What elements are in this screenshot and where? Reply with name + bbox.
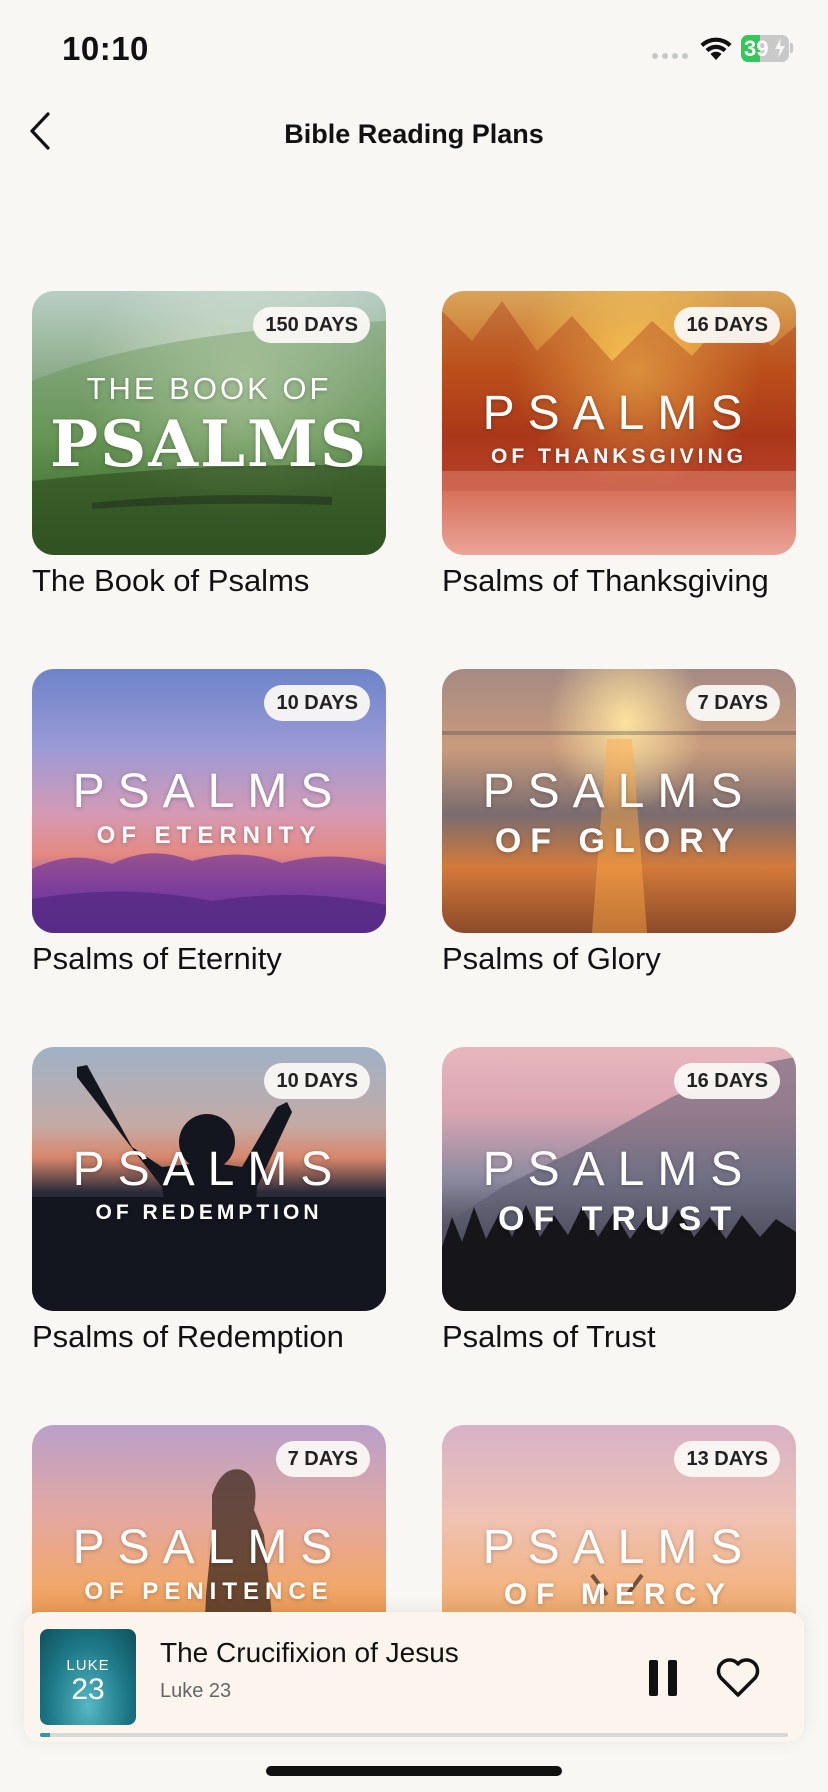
cover-line-2: OF MERCY	[503, 1578, 735, 1611]
home-indicator[interactable]	[266, 1766, 562, 1776]
days-badge: 13 DAYS	[674, 1441, 780, 1477]
playback-progress-fill	[40, 1733, 50, 1737]
cover-title: PSALMS OF GLORY	[442, 765, 796, 860]
plan-title: Psalms of Redemption	[32, 1319, 344, 1354]
cover-line-2: PSALMS	[49, 407, 369, 482]
now-playing-bar[interactable]: LUKE 23 The Crucifixion of Jesus Luke 23	[24, 1612, 804, 1742]
days-badge: 16 DAYS	[674, 1063, 780, 1099]
now-playing-artwork[interactable]: LUKE 23	[40, 1629, 136, 1725]
cover-title: PSALMS OF REDEMPTION	[32, 1143, 386, 1224]
artwork-book: LUKE	[66, 1657, 110, 1674]
plan-title: The Book of Psalms	[32, 563, 310, 598]
cover-title: PSALMS OF PENITENCE	[32, 1524, 386, 1604]
battery-icon: 39	[741, 35, 789, 62]
plan-cover-image: 7 DAYS PSALMS OF GLORY	[442, 669, 796, 933]
plan-cover-image: 10 DAYS PSALMS OF REDEMPTION	[32, 1047, 386, 1311]
now-playing-subtitle: Luke 23	[160, 1680, 232, 1702]
cover-line-1: PSALMS	[72, 1521, 346, 1574]
artwork-chapter: 23	[71, 1673, 105, 1706]
cover-line-1: PSALMS	[72, 765, 346, 818]
cover-line-2: OF ETERNITY	[96, 822, 322, 849]
battery-cap	[790, 43, 793, 53]
plan-title: Psalms of Eternity	[32, 941, 282, 976]
days-badge: 150 DAYS	[253, 307, 370, 343]
playback-progress-bar[interactable]	[40, 1733, 788, 1737]
plan-cover-image: 16 DAYS PSALMS OF THANKSGIVING	[442, 291, 796, 555]
page-title: Bible Reading Plans	[284, 119, 544, 149]
cellular-signal-icon	[652, 53, 688, 59]
plan-card-eternity[interactable]: 10 DAYS PSALMS OF ETERNITY Psalms of Ete…	[32, 669, 386, 1047]
cover-line-1: PSALMS	[72, 1143, 346, 1196]
status-bar: 10:10 39	[0, 0, 828, 100]
cover-line-2: OF THANKSGIVING	[490, 445, 747, 468]
days-badge: 7 DAYS	[685, 685, 780, 721]
cover-line-2: OF PENITENCE	[84, 1578, 334, 1605]
plan-card-redemption[interactable]: 10 DAYS PSALMS OF REDEMPTION Psalms of R…	[32, 1047, 386, 1425]
wifi-icon	[700, 37, 732, 60]
plan-cover-image: 150 DAYS THE BOOK OF PSALMS	[32, 291, 386, 555]
cover-line-1: PSALMS	[482, 1143, 756, 1196]
cover-line-1: THE BOOK OF	[86, 371, 332, 406]
cover-title: PSALMS OF TRUST	[442, 1143, 796, 1238]
cover-line-1: PSALMS	[482, 1521, 756, 1574]
cover-title: PSALMS OF THANKSGIVING	[442, 387, 796, 468]
days-badge: 16 DAYS	[674, 307, 780, 343]
plan-cover-image: 10 DAYS PSALMS OF ETERNITY	[32, 669, 386, 933]
plan-title: Psalms of Trust	[442, 1319, 656, 1354]
cover-line-2: OF GLORY	[494, 822, 744, 860]
plan-card-thanksgiving[interactable]: 16 DAYS PSALMS OF THANKSGIVING Psalms of…	[442, 291, 796, 669]
cover-title: PSALMS OF ETERNITY	[32, 768, 386, 848]
cover-title: PSALMS OF MERCY	[442, 1524, 796, 1610]
days-badge: 10 DAYS	[264, 685, 370, 721]
now-playing-title: The Crucifixion of Jesus	[160, 1637, 459, 1668]
cover-title: THE BOOK OF PSALMS	[32, 371, 386, 477]
plan-cover-image: 16 DAYS PSALMS OF TRUST	[442, 1047, 796, 1311]
cover-line-1: PSALMS	[482, 387, 756, 440]
cover-line-1: PSALMS	[482, 765, 756, 818]
plan-card-glory[interactable]: 7 DAYS PSALMS OF GLORY Psalms of Glory	[442, 669, 796, 1047]
cover-line-2: OF REDEMPTION	[95, 1201, 323, 1224]
plans-grid: 150 DAYS THE BOOK OF PSALMS The Book of …	[32, 291, 796, 1792]
plan-title: Psalms of Thanksgiving	[442, 563, 769, 598]
heart-icon[interactable]	[714, 1655, 762, 1699]
plan-card-trust[interactable]: 16 DAYS PSALMS OF TRUST Psalms of Trust	[442, 1047, 796, 1425]
days-badge: 10 DAYS	[264, 1063, 370, 1099]
cover-line-2: OF TRUST	[498, 1200, 740, 1238]
status-time: 10:10	[62, 30, 149, 67]
charging-bolt-icon	[775, 38, 785, 58]
days-badge: 7 DAYS	[275, 1441, 370, 1477]
plan-card-book-of-psalms[interactable]: 150 DAYS THE BOOK OF PSALMS The Book of …	[32, 291, 386, 669]
plan-title: Psalms of Glory	[442, 941, 661, 976]
pause-icon[interactable]	[646, 1658, 680, 1698]
